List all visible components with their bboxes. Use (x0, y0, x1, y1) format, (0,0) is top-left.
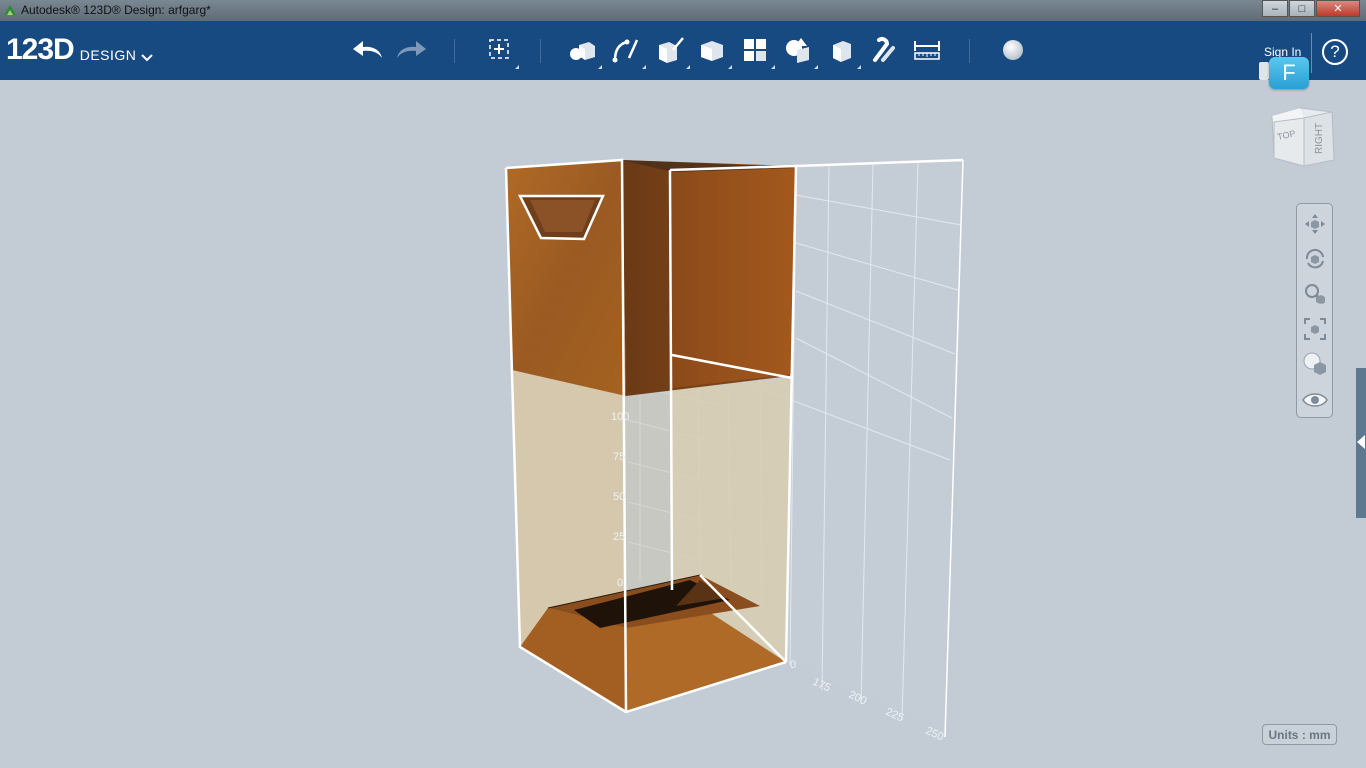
construct-icon (659, 37, 684, 63)
material-icon (1003, 40, 1023, 60)
grid-label: 50 (613, 491, 625, 503)
minimize-button[interactable]: – (1262, 0, 1288, 17)
window-title-bar: Autodesk® 123D® Design: arfgarg* – □ ✕ (0, 0, 1366, 21)
measure-button[interactable] (909, 33, 945, 67)
material-view-icon (1303, 352, 1326, 375)
main-toolbar: 123D DESIGN Sign In ? (0, 21, 1366, 80)
primitives-icon (570, 42, 595, 60)
transform-icon (489, 39, 509, 59)
toolbar-separator (969, 39, 970, 63)
transform-button[interactable] (481, 33, 519, 69)
pan-icon (1305, 214, 1325, 234)
maximize-button[interactable]: □ (1289, 0, 1315, 17)
redo-button[interactable] (393, 33, 429, 67)
grouping-button[interactable] (780, 33, 818, 69)
units-button[interactable]: Units : mm (1262, 724, 1337, 745)
grid-label: 0 (790, 659, 796, 671)
material-view-button[interactable] (1301, 350, 1329, 378)
undo-button[interactable] (350, 33, 386, 67)
redo-icon (397, 41, 426, 58)
pattern-button[interactable] (737, 33, 775, 69)
grid-label: 0 (617, 577, 623, 589)
viewport-canvas[interactable]: 100 75 50 25 0 0 175 200 225 250 (0, 80, 1250, 766)
sketch-icon (612, 39, 639, 63)
view-cube[interactable]: TOP RIGHT (1266, 104, 1342, 168)
combine-icon (833, 41, 851, 62)
orbit-icon (1305, 248, 1324, 269)
grid-label: 75 (613, 451, 625, 463)
toolbar-separator (454, 39, 455, 63)
fit-button[interactable] (1301, 315, 1329, 343)
window-title: Autodesk® 123D® Design: arfgarg* (21, 3, 211, 17)
panel-tab[interactable] (1259, 62, 1269, 80)
viewcube-right-label: RIGHT (1314, 123, 1325, 154)
account-badge[interactable]: F (1269, 57, 1309, 89)
material-button[interactable] (995, 33, 1031, 67)
combine-button[interactable] (823, 33, 861, 69)
pattern-icon (744, 39, 766, 61)
fit-icon (1304, 318, 1326, 340)
sketch-button[interactable] (608, 33, 646, 69)
navigation-bar (1296, 203, 1333, 418)
close-button[interactable]: ✕ (1316, 0, 1360, 17)
measure-icon (914, 41, 940, 60)
model-top-box[interactable] (506, 160, 796, 396)
modify-button[interactable] (694, 33, 732, 69)
expand-arrow-icon[interactable] (1357, 435, 1365, 449)
app-icon (4, 5, 16, 15)
grid-label: 100 (611, 411, 629, 423)
help-button[interactable]: ? (1322, 39, 1348, 65)
logo-main: 123D (6, 33, 75, 66)
grouping-icon (786, 38, 809, 63)
snap-icon (873, 37, 895, 62)
visibility-icon (1302, 393, 1328, 407)
logo-sub: DESIGN (79, 47, 137, 63)
zoom-icon (1305, 284, 1326, 305)
toolbar-separator (1311, 33, 1312, 73)
zoom-button[interactable] (1301, 280, 1329, 308)
primitives-button[interactable] (564, 33, 602, 69)
visibility-button[interactable] (1301, 386, 1329, 414)
undo-icon (353, 41, 382, 58)
app-menu-button[interactable]: 123D DESIGN (6, 33, 154, 66)
chevron-down-icon (141, 54, 154, 62)
snap-button[interactable] (865, 33, 901, 67)
modify-icon (701, 41, 723, 61)
orbit-button[interactable] (1301, 245, 1329, 273)
pan-button[interactable] (1301, 210, 1329, 238)
construct-button[interactable] (652, 33, 690, 69)
toolbar-separator (540, 39, 541, 63)
grid-label: 25 (613, 531, 625, 543)
